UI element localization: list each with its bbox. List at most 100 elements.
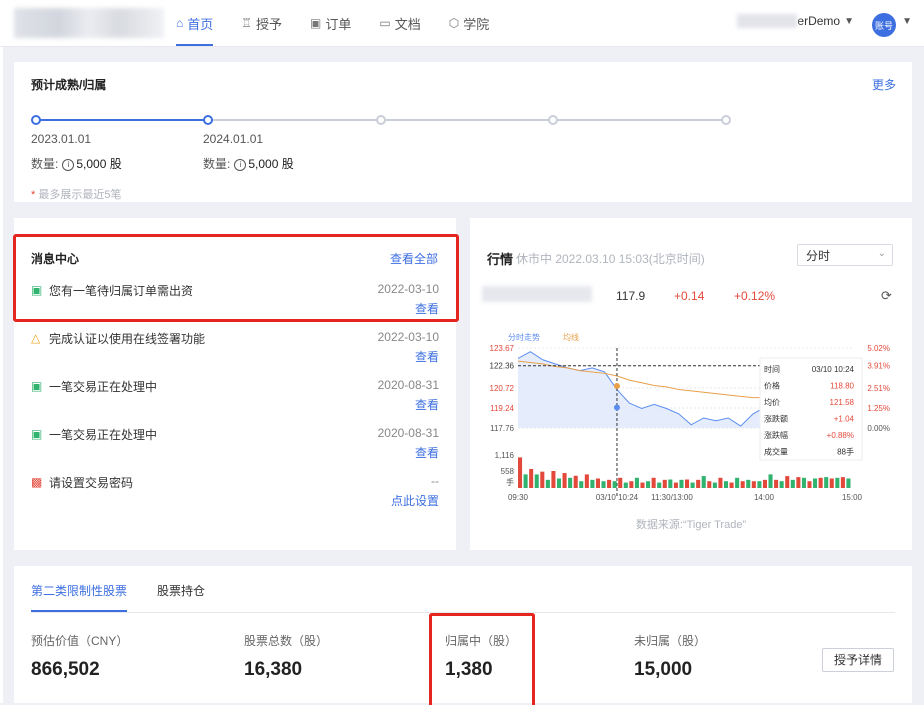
y-tick-right-label: 0.00%	[867, 424, 890, 433]
vesting-card: 预计成熟/归属 更多 2023.01.01 数量: i 5,000 股 2024.0…	[14, 62, 912, 202]
info-icon[interactable]: i	[234, 159, 247, 171]
nav-home[interactable]: ⌂ 首页	[176, 0, 214, 46]
volume-bar	[556, 478, 562, 488]
set-password-link[interactable]: 点此设置	[391, 492, 439, 509]
tooltip-value: 121.58	[830, 398, 855, 407]
message-text: 请设置交易密码	[49, 476, 134, 490]
tab-restricted-stock[interactable]: 第二类限制性股票	[31, 566, 128, 612]
volume-bar	[690, 482, 695, 488]
volume-bar	[723, 481, 729, 488]
stat-estimated-value: 预估价值（CNY） 866,502	[31, 632, 128, 681]
user-name: erDemo	[797, 14, 841, 28]
data-source: 数据来源:“Tiger Trade”	[635, 519, 747, 531]
bell-icon: △	[31, 331, 41, 345]
x-tick-label: 09:30	[508, 493, 529, 502]
tooltip-label: 成交量	[764, 447, 788, 457]
y-tick-label: 119.24	[490, 404, 514, 413]
volume-bar	[846, 478, 851, 488]
highlight-box	[429, 613, 535, 705]
quantity-label: 数量:	[31, 157, 59, 171]
x-tick-label: 15:00	[842, 493, 863, 502]
stock-change-pct: +0.12%	[734, 289, 776, 303]
message-text: 完成认证以使用在线签署功能	[49, 332, 206, 346]
nav-grant[interactable]: ♖ 授予	[241, 0, 282, 46]
message-item: △ 完成认证以使用在线签署功能 2022-03-10 查看	[31, 330, 439, 370]
volume-bar	[813, 478, 818, 488]
volume-bar	[518, 457, 523, 488]
info-icon[interactable]: i	[62, 159, 75, 171]
volume-bar	[735, 477, 740, 488]
stat-value: 15,000	[634, 659, 693, 680]
volume-bar	[707, 481, 712, 488]
volume-bar	[740, 481, 745, 488]
message-date: --	[431, 474, 439, 488]
volume-bar	[529, 468, 534, 488]
volume-bar	[545, 479, 550, 488]
market-card: 行情 休市中 2022.03.10 15:03(北京时间) 分时 ⌄ 117.9…	[470, 218, 912, 550]
y-tick-label: 123.67	[490, 344, 515, 353]
tab-stock-holdings[interactable]: 股票持仓	[157, 566, 205, 612]
chevron-down-icon: ⌄	[877, 248, 886, 259]
message-item: ▩ 请设置交易密码 -- 点此设置	[31, 474, 439, 514]
timeline-dot	[31, 115, 41, 125]
volume-bar	[668, 479, 673, 488]
user-menu[interactable]: erDemo ▼	[737, 14, 854, 28]
company-logo[interactable]	[14, 8, 164, 38]
message-view-link[interactable]: 查看	[415, 444, 439, 461]
message-item: ▣ 一笔交易正在处理中 2020-08-31 查看	[31, 378, 439, 418]
y-tick-right-label: 1.25%	[867, 404, 890, 413]
y-tick-right-label: 2.51%	[867, 384, 890, 393]
volume-bar	[696, 479, 701, 488]
volume-bar	[523, 474, 528, 488]
y-tick-label: 120.72	[490, 384, 515, 393]
nav-home-label: 首页	[187, 16, 214, 32]
volume-bar	[607, 479, 612, 488]
legend-avg: 均线	[563, 332, 579, 342]
volume-bar	[662, 479, 667, 488]
volume-bar	[634, 477, 639, 488]
market-status: 休市中 2022.03.10 15:03(北京时间)	[516, 252, 705, 266]
avatar[interactable]: 账号	[872, 13, 896, 37]
vesting-date: 2023.01.01	[31, 132, 92, 146]
avg-marker	[613, 383, 620, 390]
volume-bar	[612, 481, 617, 488]
stat-label: 预估价值（CNY）	[31, 634, 129, 648]
chevron-down-icon[interactable]: ▼	[902, 16, 912, 27]
volume-bar	[618, 477, 623, 488]
refresh-icon[interactable]: ⟳	[881, 288, 892, 304]
chevron-down-icon: ▼	[844, 15, 854, 27]
folder-icon: ▭	[379, 16, 391, 30]
volume-bar	[685, 479, 690, 488]
volume-bar	[807, 481, 812, 488]
stock-name	[482, 286, 592, 302]
tooltip-label: 涨跌额	[764, 414, 788, 424]
chart-mode-select[interactable]: 分时 ⌄	[797, 244, 893, 266]
message-view-link[interactable]: 查看	[415, 348, 439, 365]
message-text: 一笔交易正在处理中	[49, 380, 158, 394]
legend-price: 分时走势	[508, 332, 540, 342]
volume-bar	[712, 482, 717, 488]
tooltip-value: +0.88%	[827, 431, 854, 440]
nav-orders[interactable]: ▣ 订单	[310, 0, 351, 46]
x-tick-label: 14:00	[754, 493, 775, 502]
nav-documents[interactable]: ▭ 文档	[379, 0, 420, 46]
y-tick-label: 122.36	[490, 362, 515, 371]
tooltip-value: +1.04	[834, 415, 855, 424]
order-icon: ▣	[310, 16, 322, 30]
more-link[interactable]: 更多	[872, 76, 896, 93]
vesting-quantity: 数量: i 5,000 股	[31, 155, 122, 172]
volume-bar	[568, 477, 573, 488]
tooltip-value: 118.80	[830, 382, 854, 391]
grant-details-button[interactable]: 授予详情	[822, 648, 894, 672]
chart-mode-value: 分时	[806, 249, 831, 263]
market-title: 行情	[487, 252, 514, 267]
vesting-note-text: 最多展示最近5笔	[38, 189, 122, 201]
volume-bar	[640, 482, 645, 488]
nav-academy[interactable]: ⬡ 学院	[449, 0, 490, 46]
volume-bar	[551, 471, 556, 488]
volume-bar	[601, 481, 606, 488]
volume-tick-label: 1,116	[495, 451, 515, 460]
message-view-link[interactable]: 查看	[415, 396, 439, 413]
intraday-chart[interactable]: 分时走势 均线 123.67 5.02% 122.36 3.91% 120.72 2.51% 1…	[482, 328, 902, 508]
volume-bar	[729, 482, 734, 488]
